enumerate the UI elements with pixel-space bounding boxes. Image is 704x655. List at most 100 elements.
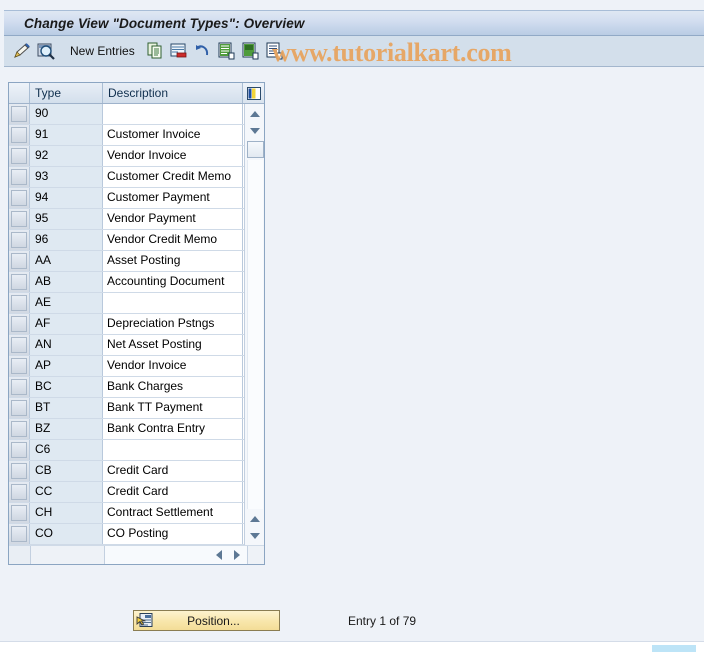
new-entries-button[interactable]: New Entries <box>70 44 135 58</box>
table-row[interactable]: 91 Customer Invoice <box>9 125 244 146</box>
scroll-right-arrow-icon[interactable] <box>229 548 245 563</box>
row-selector-button[interactable] <box>9 251 30 271</box>
change-display-pencil-icon[interactable] <box>12 41 32 61</box>
row-selector-button[interactable] <box>9 524 30 544</box>
scroll-down-arrow-icon[interactable] <box>247 123 263 138</box>
row-selector-button[interactable] <box>9 104 30 124</box>
horizontal-scrollbar-track[interactable] <box>105 546 248 564</box>
row-selector-button[interactable] <box>9 230 30 250</box>
cell-type[interactable]: BZ <box>30 419 103 439</box>
header-select-all-cell[interactable] <box>9 83 30 103</box>
cell-type[interactable]: AE <box>30 293 103 313</box>
cell-description[interactable]: Customer Invoice <box>103 125 243 145</box>
cell-description[interactable]: Bank TT Payment <box>103 398 243 418</box>
row-selector-button[interactable] <box>9 461 30 481</box>
cell-type[interactable]: AA <box>30 251 103 271</box>
scroll-up-arrow-icon[interactable] <box>247 106 263 121</box>
cell-type[interactable]: BT <box>30 398 103 418</box>
table-row[interactable]: 95 Vendor Payment <box>9 209 244 230</box>
cell-description[interactable]: Depreciation Pstngs <box>103 314 243 334</box>
row-selector-button[interactable] <box>9 503 30 523</box>
cell-description[interactable]: Contract Settlement <box>103 503 243 523</box>
table-horizontal-scrollbar[interactable] <box>9 545 264 564</box>
row-selector-button[interactable] <box>9 398 30 418</box>
row-selector-button[interactable] <box>9 335 30 355</box>
cell-description[interactable]: Bank Contra Entry <box>103 419 243 439</box>
table-row[interactable]: BT Bank TT Payment <box>9 398 244 419</box>
table-row[interactable]: C6 <box>9 440 244 461</box>
cell-description[interactable]: Asset Posting <box>103 251 243 271</box>
table-row[interactable]: CH Contract Settlement <box>9 503 244 524</box>
table-vertical-scrollbar[interactable] <box>244 104 264 545</box>
cell-type[interactable]: 90 <box>30 104 103 124</box>
table-row[interactable]: BC Bank Charges <box>9 377 244 398</box>
column-header-type[interactable]: Type <box>30 83 103 103</box>
cell-description[interactable]: Credit Card <box>103 482 243 502</box>
page-down-arrow-icon[interactable] <box>247 528 263 543</box>
cell-description[interactable] <box>103 293 243 313</box>
row-selector-button[interactable] <box>9 440 30 460</box>
cell-description[interactable]: Bank Charges <box>103 377 243 397</box>
row-selector-button[interactable] <box>9 209 30 229</box>
column-configuration-icon[interactable] <box>243 83 264 103</box>
cell-type[interactable]: 92 <box>30 146 103 166</box>
cell-description[interactable]: Vendor Credit Memo <box>103 230 243 250</box>
cell-type[interactable]: 91 <box>30 125 103 145</box>
row-selector-button[interactable] <box>9 125 30 145</box>
table-row[interactable]: 93 Customer Credit Memo <box>9 167 244 188</box>
cell-description[interactable]: Accounting Document <box>103 272 243 292</box>
cell-type[interactable]: AN <box>30 335 103 355</box>
table-row[interactable]: AB Accounting Document <box>9 272 244 293</box>
cell-description[interactable]: CO Posting <box>103 524 243 544</box>
table-row[interactable]: AF Depreciation Pstngs <box>9 314 244 335</box>
table-row[interactable]: 94 Customer Payment <box>9 188 244 209</box>
vertical-scrollbar-thumb[interactable] <box>247 141 264 158</box>
row-selector-button[interactable] <box>9 188 30 208</box>
row-selector-button[interactable] <box>9 356 30 376</box>
table-row[interactable]: BZ Bank Contra Entry <box>9 419 244 440</box>
cell-type[interactable]: 94 <box>30 188 103 208</box>
cell-type[interactable]: AP <box>30 356 103 376</box>
table-row[interactable]: 92 Vendor Invoice <box>9 146 244 167</box>
row-selector-button[interactable] <box>9 293 30 313</box>
select-all-variant-icon[interactable] <box>217 41 237 61</box>
table-row[interactable]: 96 Vendor Credit Memo <box>9 230 244 251</box>
cell-type[interactable]: CH <box>30 503 103 523</box>
cell-type[interactable]: AF <box>30 314 103 334</box>
display-details-magnifier-icon[interactable] <box>36 41 56 61</box>
cell-type[interactable]: 96 <box>30 230 103 250</box>
row-selector-button[interactable] <box>9 314 30 334</box>
scroll-left-arrow-icon[interactable] <box>211 548 227 563</box>
table-row[interactable]: AE <box>9 293 244 314</box>
row-selector-button[interactable] <box>9 482 30 502</box>
cell-type[interactable]: CO <box>30 524 103 544</box>
table-row[interactable]: AN Net Asset Posting <box>9 335 244 356</box>
select-block-variant-icon[interactable] <box>241 41 261 61</box>
cell-description[interactable]: Vendor Payment <box>103 209 243 229</box>
cell-type[interactable]: C6 <box>30 440 103 460</box>
table-row[interactable]: AP Vendor Invoice <box>9 356 244 377</box>
row-selector-button[interactable] <box>9 167 30 187</box>
table-row[interactable]: CC Credit Card <box>9 482 244 503</box>
cell-type[interactable]: 93 <box>30 167 103 187</box>
cell-description[interactable]: Vendor Invoice <box>103 146 243 166</box>
row-selector-button[interactable] <box>9 377 30 397</box>
position-button[interactable]: Position... <box>133 610 280 631</box>
cell-description[interactable] <box>103 104 243 124</box>
cell-type[interactable]: CC <box>30 482 103 502</box>
table-row[interactable]: CB Credit Card <box>9 461 244 482</box>
table-row[interactable]: 90 <box>9 104 244 125</box>
cell-type[interactable]: BC <box>30 377 103 397</box>
column-header-description[interactable]: Description <box>103 83 243 103</box>
cell-description[interactable]: Credit Card <box>103 461 243 481</box>
cell-type[interactable]: AB <box>30 272 103 292</box>
undo-change-icon[interactable] <box>193 41 213 61</box>
cell-type[interactable]: 95 <box>30 209 103 229</box>
cell-description[interactable]: Net Asset Posting <box>103 335 243 355</box>
row-selector-button[interactable] <box>9 419 30 439</box>
cell-description[interactable] <box>103 440 243 460</box>
delete-entry-icon[interactable] <box>169 41 189 61</box>
table-row[interactable]: AA Asset Posting <box>9 251 244 272</box>
cell-description[interactable]: Customer Credit Memo <box>103 167 243 187</box>
table-row[interactable]: CO CO Posting <box>9 524 244 545</box>
